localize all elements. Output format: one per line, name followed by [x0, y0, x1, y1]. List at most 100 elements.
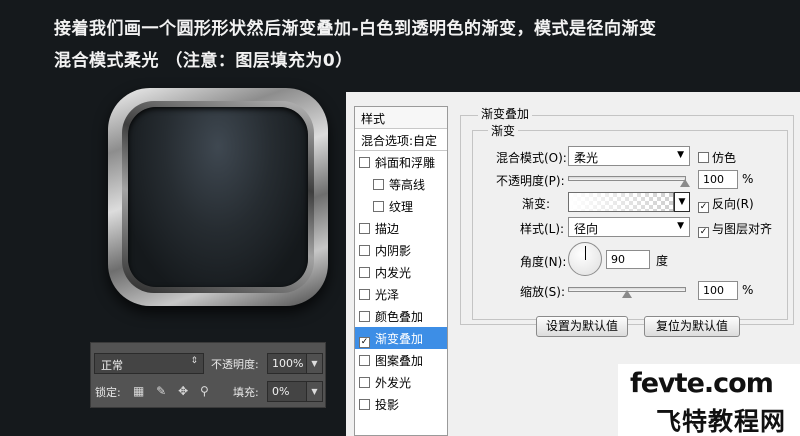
styles-header[interactable]: 样式: [355, 107, 447, 129]
align-box[interactable]: ✓: [698, 227, 709, 238]
style-item-label: 内阴影: [375, 244, 412, 258]
reverse-checkbox[interactable]: ✓ 反向(R): [698, 195, 754, 213]
style-item[interactable]: 内阴影: [355, 239, 447, 261]
style-checkbox[interactable]: [359, 267, 370, 278]
opacity-slider[interactable]: [568, 176, 690, 187]
blend-mode-value: 柔光: [574, 151, 599, 165]
reverse-box[interactable]: ✓: [698, 202, 709, 213]
style-item-label: 外发光: [375, 376, 412, 390]
scale-label: 缩放(S):: [520, 285, 566, 299]
style-item-label: 光泽: [375, 288, 400, 302]
chevron-down-icon: ▼: [677, 221, 684, 231]
gradient-label: 渐变:: [522, 197, 551, 211]
gradient-style-select[interactable]: 径向 ▼: [568, 217, 690, 237]
scale-slider[interactable]: [568, 287, 686, 298]
styles-list: 样式 混合选项:自定 斜面和浮雕等高线纹理描边内阴影内发光光泽颜色叠加 ✓ 渐变叠加…: [354, 106, 448, 436]
fill-field[interactable]: 0% ▼: [267, 381, 323, 402]
style-item-label: 图案叠加: [375, 354, 424, 368]
style-item[interactable]: 内发光: [355, 261, 447, 283]
style-items: 斜面和浮雕等高线纹理描边内阴影内发光光泽颜色叠加 ✓ 渐变叠加图案叠加外发光投影: [355, 151, 447, 415]
fill-value: 0%: [272, 385, 290, 398]
layer-blend-value: 正常: [101, 359, 123, 372]
style-item-label: 内发光: [375, 266, 412, 280]
section-title: 渐变叠加: [478, 105, 533, 122]
gradient-preview[interactable]: [568, 192, 674, 212]
chevron-down-icon[interactable]: ▼: [674, 192, 690, 212]
layer-opacity-value: 100%: [272, 357, 304, 370]
chevron-down-icon[interactable]: ▼: [306, 354, 322, 373]
style-item[interactable]: 图案叠加: [355, 349, 447, 371]
watermark-name: 飞特教程网: [656, 407, 787, 436]
style-item[interactable]: 纹理: [355, 195, 447, 217]
style-item[interactable]: 斜面和浮雕: [355, 151, 447, 173]
style-checkbox[interactable]: [373, 179, 384, 190]
scale-percent: %: [742, 283, 754, 297]
style-checkbox[interactable]: [359, 377, 370, 388]
lock-label: 锁定:: [95, 386, 121, 399]
caption-line-2: 混合模式柔光 （注意：图层填充为0）: [54, 51, 353, 71]
style-checkbox[interactable]: [359, 399, 370, 410]
style-checkbox[interactable]: [359, 355, 370, 366]
angle-field[interactable]: 90: [606, 250, 650, 269]
style-checkbox[interactable]: [373, 201, 384, 212]
make-default-button[interactable]: 设置为默认值: [536, 316, 628, 337]
dither-checkbox[interactable]: 仿色: [698, 149, 736, 166]
dither-label: 仿色: [712, 151, 737, 165]
angle-dial[interactable]: [568, 242, 602, 276]
watermark-site: fevte.com: [630, 368, 774, 399]
style-item[interactable]: ✓ 渐变叠加: [355, 327, 447, 349]
blend-options-item[interactable]: 混合选项:自定: [355, 129, 447, 151]
style-item[interactable]: 描边: [355, 217, 447, 239]
style-item-label: 等高线: [389, 178, 426, 192]
style-checkbox[interactable]: [359, 311, 370, 322]
style-item-label: 描边: [375, 222, 400, 236]
group-title: 渐变: [488, 122, 519, 139]
style-item[interactable]: 外发光: [355, 371, 447, 393]
chevron-down-icon[interactable]: ▼: [306, 382, 322, 401]
gradient-style-value: 径向: [574, 222, 599, 236]
padlock-icon[interactable]: ⚲: [200, 384, 209, 398]
align-checkbox[interactable]: ✓ 与图层对齐: [698, 220, 772, 238]
caption-line-1: 接着我们画一个圆形形状然后渐变叠加-白色到透明色的渐变，模式是径向渐变: [54, 19, 657, 39]
icon-dark-face: [128, 107, 308, 287]
opacity-field[interactable]: 100: [698, 170, 738, 189]
layer-opacity-label: 不透明度:: [211, 358, 259, 371]
style-checkbox[interactable]: [359, 223, 370, 234]
opacity-slider-thumb[interactable]: [680, 179, 690, 187]
style-checkbox[interactable]: [359, 245, 370, 256]
style-item[interactable]: 等高线: [355, 173, 447, 195]
checker-lock-icon[interactable]: ▦: [133, 384, 144, 398]
chevron-down-icon: ▼: [677, 150, 684, 160]
blend-mode-select[interactable]: 柔光 ▼: [568, 146, 690, 166]
style-item-label: 投影: [375, 398, 400, 412]
style-checkbox[interactable]: [359, 157, 370, 168]
updown-icon: ⇕: [190, 356, 198, 366]
dither-box[interactable]: [698, 152, 709, 163]
scale-field[interactable]: 100: [698, 281, 738, 300]
icon-metal-ring: [122, 101, 314, 293]
style-checkbox[interactable]: [359, 289, 370, 300]
lock-icons: ▦ ✎ ✥ ⚲: [133, 384, 217, 398]
move-lock-icon[interactable]: ✥: [178, 384, 188, 398]
angle-label: 角度(N):: [520, 255, 567, 269]
reset-default-button[interactable]: 复位为默认值: [644, 316, 740, 337]
style-item-label: 渐变叠加: [375, 332, 424, 346]
blend-mode-label: 混合模式(O):: [496, 151, 567, 165]
style-item[interactable]: 光泽: [355, 283, 447, 305]
style-checkbox[interactable]: ✓: [359, 337, 370, 348]
style-item-label: 斜面和浮雕: [375, 156, 436, 170]
style-item[interactable]: 颜色叠加: [355, 305, 447, 327]
brush-lock-icon[interactable]: ✎: [156, 384, 166, 398]
layer-blend-select[interactable]: 正常 ⇕: [94, 353, 204, 374]
layers-panel: 正常 ⇕ 不透明度: 100% ▼ 锁定: ▦ ✎ ✥ ⚲ 填充: 0% ▼: [90, 342, 326, 408]
fill-label: 填充:: [233, 386, 259, 399]
angle-unit: 度: [656, 254, 669, 268]
layer-opacity-field[interactable]: 100% ▼: [267, 353, 323, 374]
style-item-label: 纹理: [389, 200, 414, 214]
style-item[interactable]: 投影: [355, 393, 447, 415]
scale-slider-thumb[interactable]: [622, 290, 632, 298]
opacity-percent: %: [742, 172, 754, 186]
angle-needle: [585, 246, 586, 260]
opacity-label: 不透明度(P):: [496, 174, 565, 188]
watermark: fevte.com 飞特教程网: [618, 364, 800, 436]
